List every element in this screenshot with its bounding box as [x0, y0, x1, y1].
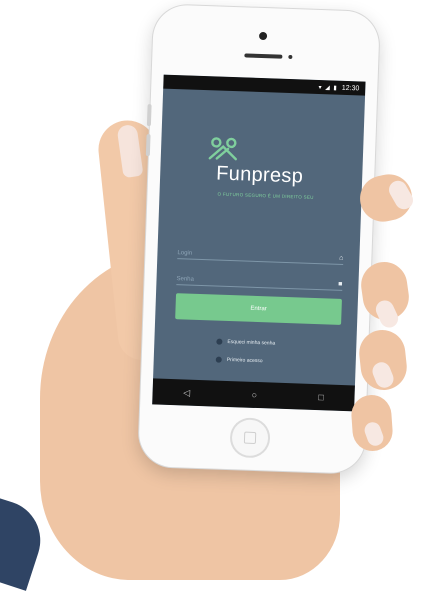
password-placeholder: Senha: [176, 276, 195, 283]
home-square-icon: [243, 431, 257, 445]
recents-icon[interactable]: □: [318, 392, 324, 402]
submit-button[interactable]: Entrar: [175, 293, 342, 325]
status-bar: ▾ ◢ ▮ 12:30: [163, 74, 366, 96]
volume-down-button: [145, 134, 151, 157]
tagline: O FUTURO SEGURO É UM DIREITO SEU: [217, 191, 314, 200]
earpiece-speaker: [244, 53, 283, 59]
wifi-icon: ▾: [318, 84, 323, 91]
volume-up-button: [146, 104, 152, 127]
first-access-link[interactable]: Primeiro acesso: [215, 356, 263, 365]
user-icon: ⌂: [339, 254, 344, 262]
app-screen: ▾ ◢ ▮ 12:30 Funpresp O FUTURO SEGURO É U…: [152, 74, 366, 412]
status-icons: ▾ ◢ ▮: [318, 83, 338, 91]
phone-device: ▾ ◢ ▮ 12:30 Funpresp O FUTURO SEGURO É U…: [138, 4, 380, 474]
login-field[interactable]: Login ⌂: [177, 243, 344, 265]
radio-dot-icon: [216, 338, 223, 345]
first-access-label: Primeiro acesso: [226, 356, 263, 365]
lock-icon: ■: [338, 280, 343, 288]
signal-icon: ◢: [325, 84, 331, 91]
battery-icon: ▮: [333, 85, 338, 92]
login-placeholder: Login: [177, 250, 193, 257]
radio-dot-icon: [215, 356, 222, 363]
forgot-password-label: Esqueci minha senha: [227, 338, 276, 347]
front-camera: [258, 31, 268, 41]
password-field[interactable]: Senha ■: [176, 269, 343, 291]
home-icon[interactable]: ○: [251, 390, 257, 400]
brand-name: Funpresp: [215, 162, 304, 188]
funpresp-logo-icon: [208, 137, 237, 161]
proximity-sensor: [288, 54, 293, 60]
home-hardware-button[interactable]: [229, 417, 271, 459]
back-icon[interactable]: ◁: [183, 387, 190, 398]
android-navbar: ◁ ○ □: [152, 378, 355, 412]
forgot-password-link[interactable]: Esqueci minha senha: [216, 338, 276, 347]
status-time: 12:30: [341, 84, 360, 92]
